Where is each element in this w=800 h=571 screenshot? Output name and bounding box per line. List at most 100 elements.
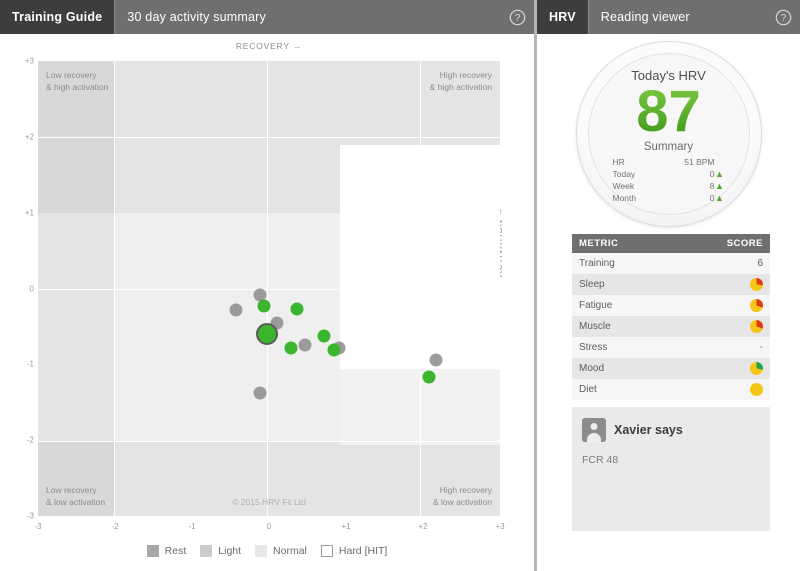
tab-30-day-activity-summary[interactable]: 30 day activity summary	[114, 0, 278, 34]
metric-score	[743, 362, 763, 375]
gridline-y-0	[38, 289, 500, 290]
metric-name: Sleep	[579, 279, 605, 290]
coach-message-body: FCR 48	[582, 454, 619, 466]
metric-row[interactable]: Muscle	[572, 316, 770, 337]
legend-label: Rest	[164, 545, 187, 557]
metric-row[interactable]: Training 6	[572, 253, 770, 274]
y-tick-label: +3	[24, 56, 34, 66]
coach-message-title: Xavier says	[614, 423, 683, 437]
metrics-table-header: METRIC SCORE	[572, 234, 770, 253]
metric-name: Training	[579, 258, 615, 269]
tab-30-day-activity-summary-label: 30 day activity summary	[127, 10, 266, 24]
x-tick-label: +2	[418, 522, 428, 531]
metric-row[interactable]: Stress -	[572, 337, 770, 358]
metric-pie-icon	[750, 362, 763, 375]
tab-hrv[interactable]: HRV	[537, 0, 588, 34]
data-point-rest[interactable]	[229, 303, 243, 317]
x-axis-title: RECOVERY →	[235, 41, 303, 51]
metric-pie-icon	[750, 320, 763, 333]
chart-legend: Rest Light Normal Hard [HIT]	[0, 534, 534, 568]
hrv-summary-row-label: HR	[612, 157, 625, 167]
left-tab-bar: Training Guide 30 day activity summary ?	[0, 0, 534, 34]
training-guide-panel: Training Guide 30 day activity summary ?…	[0, 0, 534, 571]
tab-reading-viewer[interactable]: Reading viewer	[587, 0, 702, 34]
hrv-summary-row: Month 0 ▲	[613, 192, 725, 204]
tab-hrv-label: HRV	[549, 10, 576, 24]
legend-label: Hard [HIT]	[338, 545, 388, 557]
copyright-watermark: © 2015 HRV Fit Ltd	[232, 497, 306, 507]
x-tick-label: -2	[111, 522, 119, 531]
metric-row[interactable]: Diet	[572, 379, 770, 400]
hrv-body: Today's HRV 87 Summary HR 51 BPM Today 0 ▲ We…	[537, 34, 800, 571]
data-point-normal[interactable]	[257, 299, 271, 313]
metric-pie-icon	[750, 383, 763, 396]
hrv-panel: HRV Reading viewer ? Today's HRV 87 Summ…	[537, 0, 800, 571]
metric-row[interactable]: Mood	[572, 358, 770, 379]
legend-label: Light	[218, 545, 242, 557]
application-window: Training Guide 30 day activity summary ?…	[0, 0, 800, 571]
quadrant-label-bottom-left: Low recovery & low activation	[46, 485, 106, 507]
data-point-normal[interactable]	[317, 329, 331, 343]
trend-up-icon: ▲	[715, 181, 724, 191]
y-tick-label: +2	[24, 132, 34, 142]
legend-item[interactable]: Hard [HIT]	[320, 545, 388, 557]
tab-reading-viewer-label: Reading viewer	[600, 10, 690, 24]
legend-item[interactable]: Normal	[255, 545, 307, 557]
tab-training-guide-label: Training Guide	[12, 10, 103, 24]
coach-message-card: Xavier says FCR 48	[572, 407, 770, 531]
metrics-header-metric: METRIC	[579, 238, 619, 249]
metric-score	[743, 320, 763, 333]
hrv-summary-row-label: Week	[612, 181, 635, 191]
x-tick-label: -1	[188, 522, 196, 531]
legend-label: Normal	[273, 545, 307, 557]
metric-name: Diet	[579, 384, 597, 395]
data-point-selected[interactable]	[255, 323, 278, 345]
hrv-summary-row: Today 0 ▲	[613, 168, 725, 180]
data-point-rest[interactable]	[298, 338, 312, 352]
legend-swatch-icon	[200, 545, 213, 557]
metric-score	[743, 278, 763, 291]
y-tick-label: +1	[24, 208, 34, 218]
help-icon[interactable]: ?	[500, 0, 534, 34]
metric-score: -	[743, 342, 763, 353]
help-icon[interactable]: ?	[766, 0, 800, 34]
metric-name: Fatigue	[579, 300, 613, 311]
data-point-rest[interactable]	[253, 386, 267, 400]
zone-band-center-light	[114, 213, 340, 441]
hrv-gauge-inner: Today's HRV 87 Summary HR 51 BPM Today 0 ▲ We…	[587, 53, 750, 215]
data-point-normal[interactable]	[284, 341, 298, 355]
metrics-header-score: SCORE	[726, 238, 763, 249]
hrv-gauge: Today's HRV 87 Summary HR 51 BPM Today 0 ▲ We…	[537, 36, 800, 232]
x-tick-label: -3	[34, 522, 42, 531]
data-point-normal[interactable]	[290, 302, 304, 316]
y-tick-label: 0	[29, 284, 34, 293]
hrv-summary-label: Summary	[643, 141, 694, 153]
y-tick-label: -3	[26, 511, 34, 521]
metric-score	[743, 383, 763, 396]
tab-training-guide[interactable]: Training Guide	[0, 0, 115, 34]
metric-pie-icon	[750, 278, 763, 291]
y-tick-label: -1	[26, 359, 34, 369]
metric-no-value: -	[759, 342, 763, 353]
metrics-table: METRIC SCORE Training 6 Sleep Fatigue Muscle…	[572, 234, 770, 400]
x-tick-label: 0	[266, 522, 272, 531]
metric-score	[743, 299, 763, 312]
quadrant-label-top-right: High recovery & high activation	[429, 70, 492, 92]
metric-row[interactable]: Fatigue	[572, 295, 770, 316]
hrv-summary-row-label: Month	[612, 193, 637, 203]
metric-row[interactable]: Sleep	[572, 274, 770, 295]
data-point-rest[interactable]	[429, 353, 443, 367]
legend-item[interactable]: Rest	[146, 545, 187, 557]
quadrant-label-top-left: Low recovery & high activation	[46, 70, 109, 92]
hrv-score-value: 87	[636, 79, 701, 144]
metric-name: Muscle	[579, 321, 611, 332]
metric-pie-icon	[750, 299, 763, 312]
plot-area[interactable]: Low recovery & high activation High reco…	[38, 61, 500, 516]
hrv-summary-row-label: Today	[612, 169, 636, 179]
quadrant-label-bottom-right: High recovery & low activation	[432, 485, 492, 507]
legend-item[interactable]: Light	[200, 545, 241, 557]
hrv-gauge-outer-ring: Today's HRV 87 Summary HR 51 BPM Today 0 ▲ We…	[575, 41, 762, 227]
y-tick-label: -2	[26, 435, 34, 445]
data-point-normal[interactable]	[327, 343, 341, 357]
data-point-normal[interactable]	[422, 370, 436, 384]
